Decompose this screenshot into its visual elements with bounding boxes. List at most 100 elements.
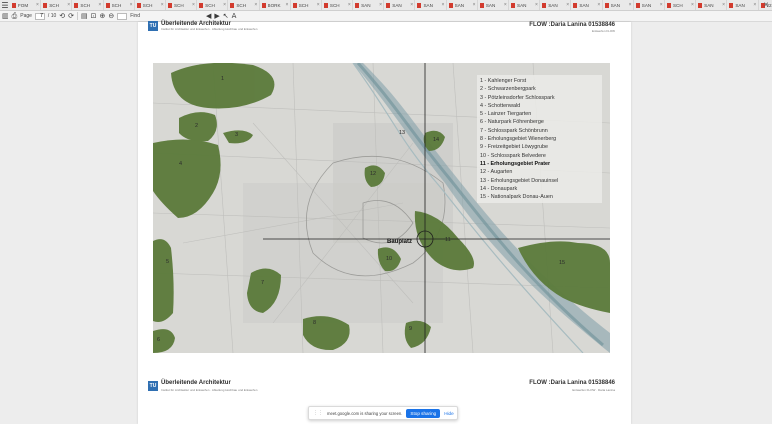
- save-icon[interactable]: ▤: [81, 11, 88, 21]
- tab-close-icon[interactable]: ×: [223, 2, 226, 8]
- window-close-icon[interactable]: ✕: [763, 1, 769, 9]
- browser-tab[interactable]: SCH ×: [228, 0, 260, 10]
- pdf-file-icon: [604, 2, 609, 8]
- page-number-input[interactable]: 7: [34, 12, 45, 20]
- tab-close-icon[interactable]: ×: [67, 2, 70, 8]
- map-label-12: 12: [370, 171, 377, 177]
- tab-label: SCH: [49, 2, 59, 8]
- tab-label: SAN: [548, 2, 558, 8]
- tab-close-icon[interactable]: ×: [36, 2, 39, 8]
- legend-item: 13 - Erholungsgebiet Donauinsel: [480, 177, 559, 184]
- drag-handle-icon[interactable]: ⋮⋮: [313, 410, 323, 416]
- footer-author: FLOW :Daria Lanina 01538846: [529, 380, 615, 386]
- stop-sharing-button[interactable]: Stop sharing: [406, 408, 441, 418]
- browser-tab[interactable]: SCH ×: [197, 0, 229, 10]
- legend-item: 11 - Erholungsgebiet Prater: [480, 160, 551, 167]
- share-message: meet.google.com is sharing your screen.: [327, 410, 403, 416]
- text-select-icon[interactable]: A: [232, 11, 237, 21]
- browser-tab[interactable]: SCH ×: [72, 0, 104, 10]
- footer-author-sub: Entwerfen FLOW · Daria Lanina: [572, 388, 615, 392]
- fit-page-icon[interactable]: ⊡: [91, 11, 97, 21]
- pdf-file-icon: [698, 2, 703, 8]
- tab-close-icon[interactable]: ×: [629, 2, 632, 8]
- tab-label: FOM: [18, 2, 29, 8]
- sidebar-toggle-icon[interactable]: ▥: [2, 11, 9, 21]
- browser-tab[interactable]: SCH ×: [41, 0, 73, 10]
- tab-label: SAN: [641, 2, 652, 8]
- tab-close-icon[interactable]: ×: [317, 2, 320, 8]
- browser-tab[interactable]: SAN ×: [571, 0, 603, 10]
- browser-tab[interactable]: SCH ×: [104, 0, 135, 10]
- tab-close-icon[interactable]: ×: [254, 2, 257, 8]
- browser-tab[interactable]: SAN ×: [478, 0, 509, 10]
- tab-close-icon[interactable]: ×: [473, 2, 476, 8]
- tab-close-icon[interactable]: ×: [379, 2, 382, 8]
- browser-tab[interactable]: SAN ×: [415, 0, 447, 10]
- page-total: / 10: [47, 13, 57, 19]
- browser-tab[interactable]: SCH ×: [291, 0, 322, 10]
- legend-item: 3 - Pötzleinsdorfer Schlosspark: [480, 94, 555, 101]
- menu-icon[interactable]: ☰: [0, 0, 10, 10]
- zoom-out-icon[interactable]: ⊖: [108, 11, 114, 21]
- tab-close-icon[interactable]: ×: [348, 2, 351, 8]
- browser-tab[interactable]: SAN ×: [540, 0, 572, 10]
- map-label-13: 13: [399, 130, 406, 136]
- tab-label: SCH: [111, 2, 122, 8]
- browser-tab[interactable]: SAN ×: [634, 0, 665, 10]
- browser-tab[interactable]: SCH ×: [166, 0, 198, 10]
- tab-close-icon[interactable]: ×: [597, 2, 600, 8]
- tab-close-icon[interactable]: ×: [192, 2, 195, 8]
- browser-tab[interactable]: SCH ×: [665, 0, 697, 10]
- screen-share-bar: ⋮⋮ meet.google.com is sharing your scree…: [308, 406, 458, 420]
- print-icon[interactable]: ⎙: [12, 11, 18, 21]
- browser-tab[interactable]: SAN ×: [727, 0, 759, 10]
- browser-tab[interactable]: SAN ×: [384, 0, 416, 10]
- footer-subtitle: Institut für Architektur und Entwerfen ·…: [161, 388, 258, 392]
- browser-tab[interactable]: SAN ×: [603, 0, 634, 10]
- tab-close-icon[interactable]: ×: [130, 2, 133, 8]
- browser-tab[interactable]: SCH ×: [322, 0, 354, 10]
- tab-close-icon[interactable]: ×: [566, 2, 569, 8]
- tab-close-icon[interactable]: ×: [410, 2, 413, 8]
- pdf-file-icon: [261, 2, 266, 8]
- browser-tab[interactable]: SCH ×: [135, 0, 166, 10]
- pdf-file-icon: [323, 2, 328, 8]
- tab-label: SCH: [142, 2, 153, 8]
- pdf-page: TU Überleitende Architektur Institut für…: [138, 21, 631, 424]
- tab-label: SCH: [236, 2, 247, 8]
- university-logo: TU: [148, 21, 158, 31]
- tab-close-icon[interactable]: ×: [98, 2, 101, 8]
- next-page-icon[interactable]: ▶: [214, 11, 219, 21]
- tab-close-icon[interactable]: ×: [504, 2, 507, 8]
- map-label-2: 2: [195, 123, 199, 129]
- tab-close-icon[interactable]: ×: [753, 2, 756, 8]
- forward-icon[interactable]: ⟳: [68, 11, 74, 21]
- pdf-file-icon: [573, 2, 578, 8]
- legend-item: 8 - Erholungsgebiet Wienerberg: [480, 136, 557, 143]
- browser-tab[interactable]: BORK ×: [260, 0, 291, 10]
- tab-close-icon[interactable]: ×: [660, 2, 663, 8]
- pdf-file-icon: [167, 2, 172, 8]
- browser-tab[interactable]: SAN ×: [353, 0, 385, 10]
- zoom-input[interactable]: [117, 12, 128, 20]
- tab-close-icon[interactable]: ×: [722, 2, 725, 8]
- tab-close-icon[interactable]: ×: [535, 2, 538, 8]
- browser-tab[interactable]: SAN ×: [509, 0, 541, 10]
- tab-close-icon[interactable]: ×: [161, 2, 164, 8]
- pdf-file-icon: [479, 2, 484, 8]
- tab-close-icon[interactable]: ×: [441, 2, 444, 8]
- map-label-15: 15: [559, 260, 566, 266]
- tab-close-icon[interactable]: ×: [691, 2, 694, 8]
- map-label-8: 8: [313, 320, 317, 326]
- prev-page-icon[interactable]: ◀: [206, 11, 211, 21]
- tab-close-icon[interactable]: ×: [286, 2, 289, 8]
- pointer-icon[interactable]: ↖: [223, 11, 229, 21]
- browser-tab[interactable]: SAN ×: [447, 0, 478, 10]
- hide-button[interactable]: Hide: [444, 411, 453, 416]
- browser-tab[interactable]: SAN ×: [696, 0, 728, 10]
- zoom-in-icon[interactable]: ⊕: [100, 11, 106, 21]
- browser-tab[interactable]: FOM ×: [10, 0, 42, 10]
- back-icon[interactable]: ⟲: [59, 11, 65, 21]
- pdf-file-icon: [355, 2, 360, 8]
- footer-title: Überleitende Architektur: [161, 380, 231, 386]
